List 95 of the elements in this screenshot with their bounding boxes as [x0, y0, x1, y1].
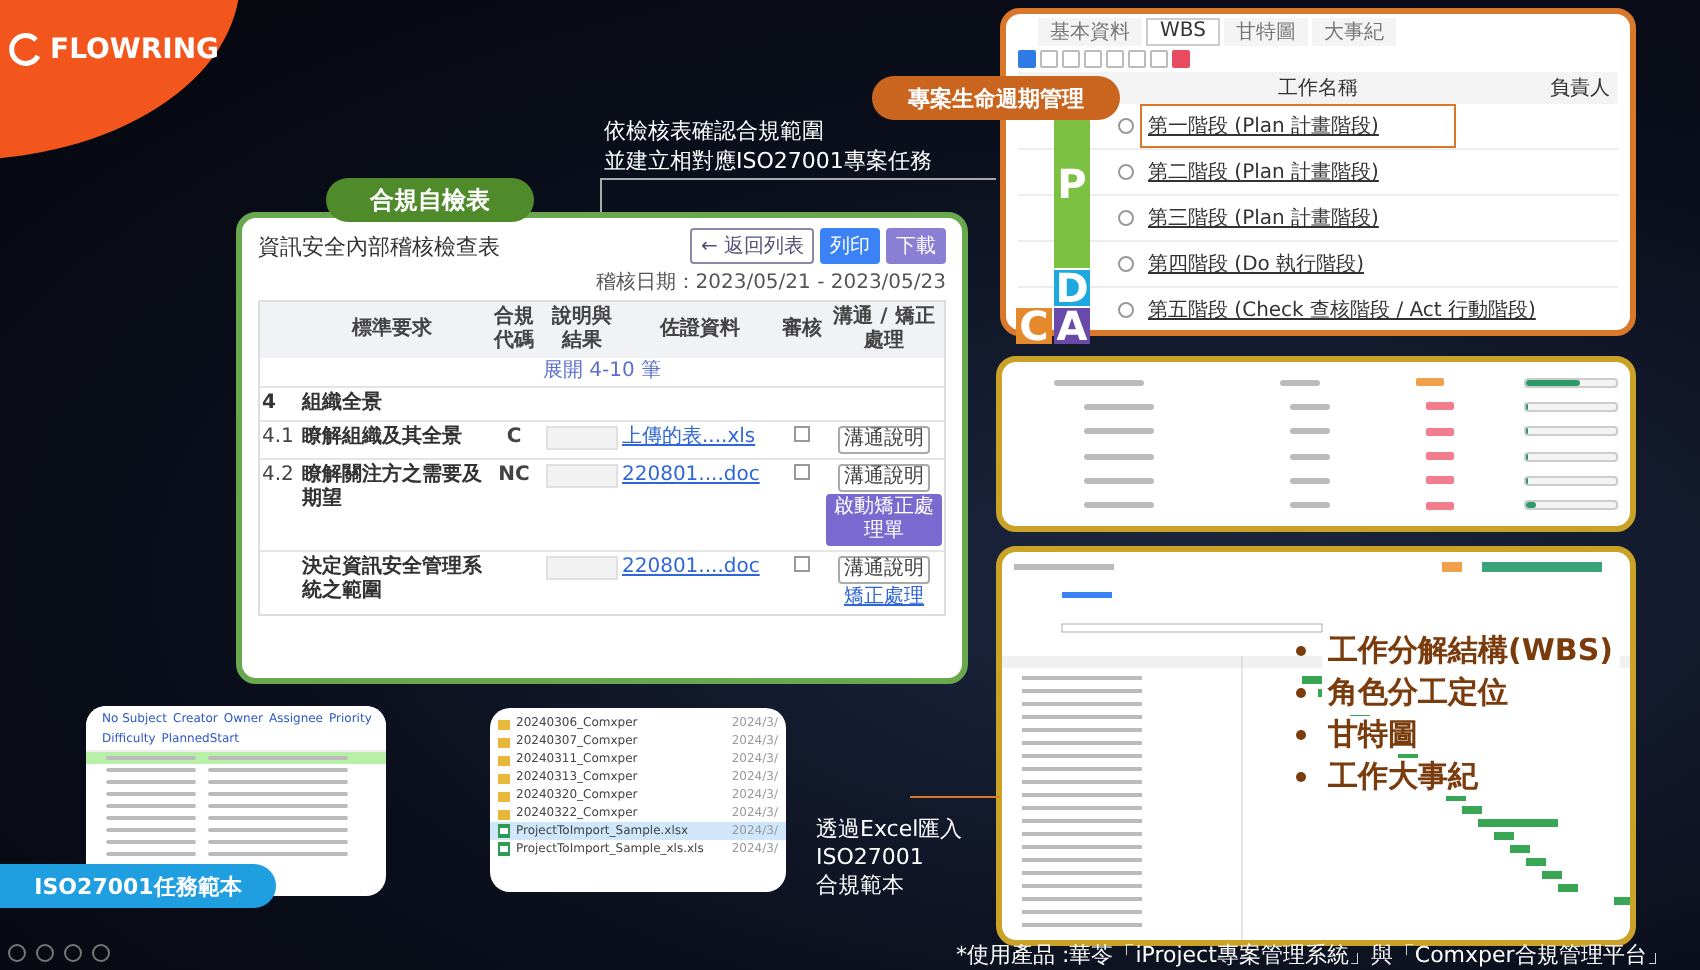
blurred-task-label [1084, 502, 1154, 509]
blurred-owner-label [1290, 403, 1330, 410]
gantt-bar [1614, 897, 1630, 905]
blurred-owner-label [1280, 379, 1320, 386]
tab[interactable]: 大事紀 [1311, 18, 1396, 46]
status-bar [1062, 592, 1112, 598]
evidence-link[interactable]: 上傳的表....xls [622, 426, 756, 448]
checklist-title: 資訊安全內部稽核檢查表 [258, 231, 500, 261]
comment-box [546, 426, 618, 450]
import-note-text: ISO27001 [816, 844, 926, 872]
action-button[interactable]: 溝通說明 [838, 426, 930, 454]
expand-icon[interactable] [1118, 164, 1134, 180]
tab[interactable]: WBS [1146, 18, 1220, 46]
toolbar-button[interactable]: 列印 [820, 228, 880, 264]
clause-title: 決定資訊安全管理系統之範圍 [302, 556, 482, 602]
expand-icon[interactable] [1118, 302, 1134, 318]
comment-box [546, 556, 618, 580]
expand-link[interactable]: 展開 4-10 筆 [540, 358, 664, 386]
text-field[interactable] [1061, 623, 1323, 633]
expand-icon[interactable] [1118, 256, 1134, 272]
review-checkbox[interactable] [794, 464, 810, 480]
blurred-task-label [1084, 403, 1154, 410]
task-name[interactable]: 第四階段 (Do 執行階段) [1142, 248, 1370, 280]
blurred-title [1014, 564, 1114, 570]
phase-letter: A [1054, 308, 1090, 344]
blurred-task-label [1054, 379, 1144, 386]
task-name[interactable]: 第一階段 (Plan 計畫階段) [1142, 106, 1454, 146]
blurred-owner-label [1290, 453, 1330, 460]
action-button[interactable]: 啟動矯正處理單 [826, 494, 942, 546]
column-header: 工作名稱 [1278, 76, 1358, 102]
bullet-icon [1296, 688, 1306, 698]
gantt-bar [1462, 806, 1482, 814]
blurred-owner-label [1290, 477, 1330, 484]
review-checkbox[interactable] [794, 556, 810, 572]
blurred-owner-label [1290, 502, 1330, 509]
bullet-icon [1296, 772, 1306, 782]
tab[interactable]: 甘特圖 [1223, 18, 1308, 46]
bullet-icon [1296, 730, 1306, 740]
column-header: 標準要求 [300, 302, 484, 358]
clause-title: 瞭解組織及其全景 [302, 426, 462, 448]
section-number: 4 [260, 386, 300, 420]
column-header: 說明與結果 [544, 302, 620, 358]
gantt-bar [1526, 858, 1546, 866]
footer-note: *使用產品 :華苓「iProject專案管理系統」與「Comxper合規管理平台」 [956, 940, 1669, 970]
gantt-bar [1542, 871, 1562, 879]
feature-text: 角色分工定位 [1322, 674, 1514, 712]
ring-logo-icon [8, 32, 44, 68]
column-header: 佐證資料 [620, 302, 780, 358]
task-name[interactable]: 第五階段 (Check 查核階段 / Act 行動階段) [1142, 294, 1542, 326]
clause-title: 瞭解關注方之需要及期望 [302, 464, 482, 510]
task-name[interactable]: 第二階段 (Plan 計畫階段) [1142, 156, 1385, 188]
blurred-task-label [1084, 428, 1154, 435]
blurred-owner-label [1290, 428, 1330, 435]
column-header: 合規代碼 [484, 302, 544, 358]
phase-letter: C [1016, 308, 1052, 344]
template-badge: ISO27001任務範本 [0, 864, 276, 908]
annotation-text: 並建立相對應ISO27001專案任務 [604, 146, 932, 176]
checklist-badge: 合規自檢表 [326, 178, 534, 222]
column-header: 負責人 [1550, 75, 1610, 102]
column-header: 審核 [780, 302, 824, 358]
gantt-bar [1302, 676, 1322, 684]
gantt-bar [1510, 845, 1530, 853]
annotation-text: 依檢核表確認合規範圍 [604, 116, 826, 146]
expand-icon[interactable] [1118, 210, 1134, 226]
bullet-icon [1296, 646, 1306, 656]
clause-number: 4.1 [262, 426, 294, 448]
gantt-bar [1478, 819, 1558, 827]
column-header: 溝通 / 矯正處理 [824, 302, 944, 358]
phase-letter: D [1054, 270, 1090, 306]
section-title: 組織全景 [302, 392, 382, 414]
feature-text: 工作分解結構(WBS) [1322, 632, 1619, 670]
compliance-code: NC [498, 464, 530, 486]
import-note-text: 透過Excel匯入 [816, 816, 963, 844]
comment-box [546, 464, 618, 488]
logo-text: FLOWRING [50, 34, 220, 66]
action-button[interactable]: 矯正處理 [840, 586, 928, 610]
evidence-link[interactable]: 220801....doc [622, 556, 760, 578]
expand-icon[interactable] [1118, 118, 1134, 134]
compliance-code: C [506, 426, 522, 448]
toolbar-button[interactable]: ← 返回列表 [690, 228, 814, 264]
evidence-link[interactable]: 220801....doc [622, 464, 760, 486]
blurred-task-label [1084, 477, 1154, 484]
task-name[interactable]: 第三階段 (Plan 計畫階段) [1142, 202, 1385, 234]
blurred-task-label [1084, 453, 1154, 460]
review-checkbox[interactable] [794, 426, 810, 442]
action-button[interactable]: 溝通說明 [838, 464, 930, 492]
action-button[interactable]: 溝通說明 [838, 556, 930, 584]
feature-text: 工作大事紀 [1322, 758, 1484, 796]
gantt-bar [1558, 884, 1578, 892]
tab[interactable]: 基本資料 [1038, 18, 1142, 46]
header-cell [260, 302, 300, 358]
gantt-bar [1494, 832, 1514, 840]
audit-date: 稽核日期：2023/05/21 - 2023/05/23 [595, 269, 946, 296]
import-note-text: 合規範本 [816, 872, 906, 900]
clause-number: 4.2 [262, 464, 294, 486]
